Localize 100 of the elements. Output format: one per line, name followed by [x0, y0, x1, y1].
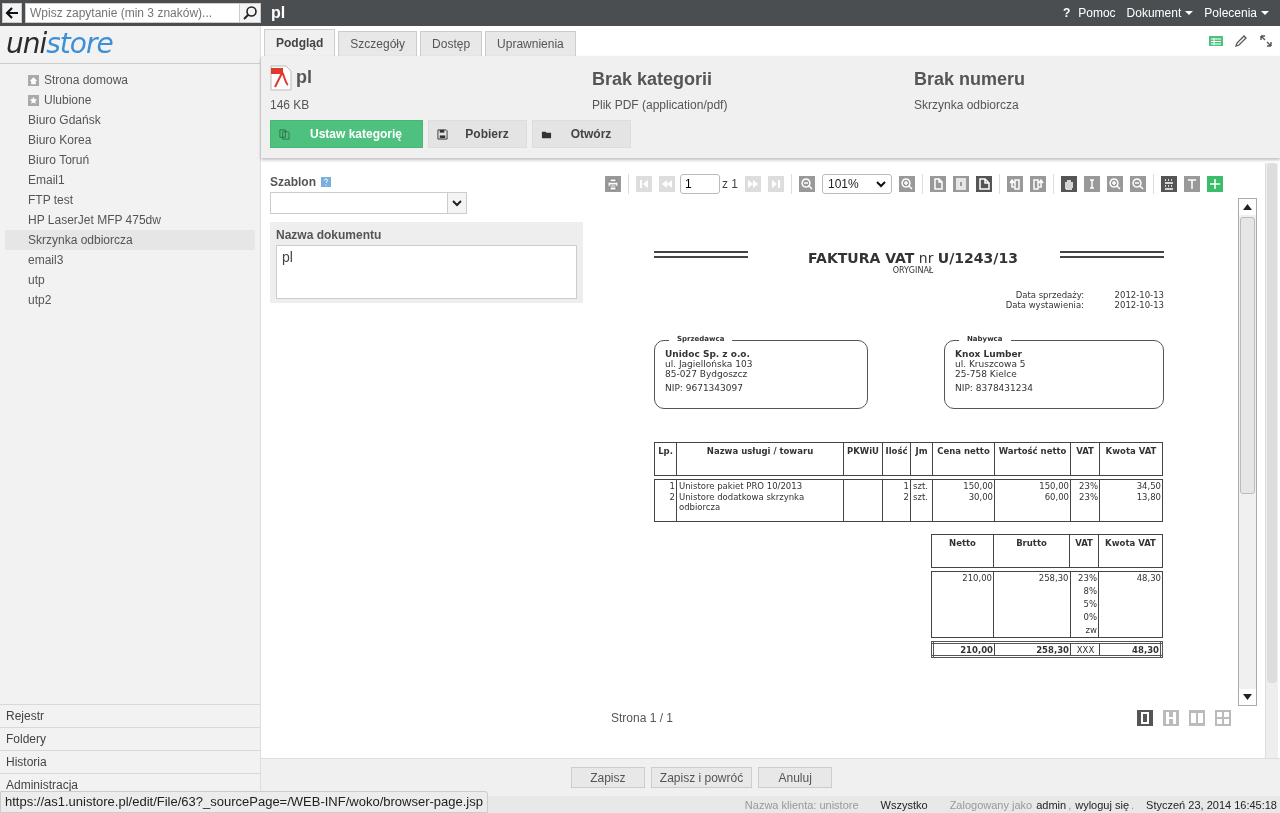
arrow-down-icon[interactable] — [1243, 694, 1252, 700]
print-button[interactable] — [605, 176, 621, 192]
chevron-down-icon — [452, 199, 462, 207]
sidebar-item[interactable]: Biuro Toruń — [5, 150, 255, 170]
add-button[interactable] — [1207, 176, 1223, 192]
folded-page-button[interactable] — [976, 176, 992, 192]
rotate-left-button[interactable] — [1007, 176, 1023, 192]
tab[interactable]: Dostęp — [420, 31, 483, 56]
scrollbar[interactable] — [1238, 198, 1257, 706]
document-name: pl — [296, 66, 312, 89]
rotate-right-icon — [1030, 176, 1046, 192]
template-label: Szablon — [270, 175, 316, 189]
sidebar-section[interactable]: Rejestr — [0, 704, 260, 727]
zoom-dropdown[interactable]: 101% — [822, 174, 892, 194]
table-cell: 30,00 — [968, 492, 993, 502]
column-header: Lp. — [654, 442, 677, 476]
single-page-view-button[interactable] — [1137, 710, 1153, 726]
action-button[interactable]: Pobierz — [428, 120, 527, 148]
sidebar-item[interactable]: Ulubione — [5, 90, 255, 110]
number-label: Brak numeru — [914, 68, 1027, 91]
continuous-view-button[interactable] — [1163, 710, 1179, 726]
table-cell: Unistore pakiet PRO 10/2013 — [679, 481, 803, 491]
column-header: Kwota VAT — [1098, 534, 1163, 568]
scope-link[interactable]: Wszystko — [880, 798, 928, 811]
action-button[interactable]: Otwórz — [532, 120, 631, 148]
page-frame-button[interactable] — [953, 176, 969, 192]
sidebar-item[interactable]: Skrzynka odbiorcza — [5, 230, 255, 250]
pdf-file-icon — [270, 64, 292, 92]
search-icon[interactable] — [239, 4, 260, 22]
arrow-up-icon[interactable] — [1243, 204, 1252, 210]
save-icon — [437, 128, 448, 140]
text-cursor-button[interactable] — [1084, 176, 1100, 192]
category-label: Brak kategorii — [592, 68, 714, 91]
document-title: pl — [271, 4, 286, 22]
form-button[interactable]: Anuluj — [758, 767, 833, 788]
file-type: Plik PDF (application/pdf) — [592, 98, 729, 112]
column-header: VAT — [1069, 534, 1099, 568]
tab[interactable]: Podgląd — [264, 29, 336, 56]
two-page-view-button[interactable] — [1189, 710, 1205, 726]
tab[interactable]: Szczegóły — [338, 31, 418, 56]
resize-icon[interactable] — [1258, 33, 1274, 49]
search-field[interactable]: Wpisz zapytanie (min 3 znaków)... — [25, 3, 261, 23]
sidebar-item[interactable]: utp2 — [5, 290, 255, 310]
zoom-in-button[interactable] — [899, 176, 915, 192]
table-cell: 150,00 — [963, 481, 993, 491]
user-link[interactable]: admin — [1036, 798, 1067, 811]
template-dropdown[interactable] — [270, 192, 467, 214]
sidebar-item[interactable]: Email1 — [5, 170, 255, 190]
sidebar-item[interactable]: FTP test — [5, 190, 255, 210]
table-cell: 34,50 — [1136, 481, 1161, 491]
page-icon-button[interactable] — [930, 176, 946, 192]
party-name: Knox Lumber — [955, 349, 1023, 359]
edit-icon[interactable] — [1233, 33, 1249, 49]
column-header: Netto — [931, 534, 994, 568]
zoom-out-button[interactable] — [799, 176, 815, 192]
two-page-view-icon — [1189, 710, 1205, 726]
sidebar-section[interactable]: Foldery — [0, 727, 260, 750]
name-label: Nazwa dokumentu — [276, 228, 383, 242]
sidebar-item[interactable]: utp — [5, 270, 255, 290]
text-tool-button[interactable] — [1184, 176, 1200, 192]
menu-dropdown[interactable]: Polecenia — [1204, 6, 1269, 20]
table-view-icon[interactable] — [1208, 33, 1224, 49]
date-value: 2012-10-13 — [1113, 300, 1164, 310]
sidebar-item[interactable]: Biuro Korea — [5, 130, 255, 150]
page-number-field[interactable]: 1 — [680, 174, 720, 194]
back-button[interactable] — [2, 3, 22, 23]
location-label: Skrzynka odbiorcza — [914, 98, 1020, 112]
dotted-grid-button[interactable] — [1161, 176, 1177, 192]
rotate-right-button[interactable] — [1030, 176, 1046, 192]
zoom-out-button[interactable] — [1130, 176, 1146, 192]
table-cell-text: 5% — [1082, 599, 1097, 609]
table-cell: 258,30 — [1038, 573, 1069, 583]
sidebar-item[interactable]: email3 — [5, 250, 255, 270]
menu-dropdown[interactable]: Dokument — [1126, 6, 1194, 20]
form-button[interactable]: Zapisz — [570, 767, 645, 788]
zoom-out-icon — [799, 176, 815, 192]
continuous-view-icon — [1163, 710, 1179, 726]
column-header: Wartość netto — [994, 442, 1071, 476]
table-cell: 23% — [1079, 481, 1098, 491]
tab[interactable]: Uprawnienia — [485, 31, 576, 56]
zoom-in-button[interactable] — [1107, 176, 1123, 192]
table-cell: 13,80 — [1136, 492, 1161, 502]
help-link[interactable]: ? Pomoc — [1062, 6, 1116, 20]
tax-id: NIP: 9671343097 — [665, 383, 744, 393]
form-button[interactable]: Zapisz i powróć — [650, 767, 753, 788]
name-field[interactable]: pl — [276, 245, 577, 299]
help-icon[interactable] — [321, 177, 331, 187]
sidebar-item[interactable]: Strona domowa — [5, 70, 255, 90]
table-cell: 2 — [669, 492, 675, 502]
copy-label: ORYGINAŁ — [892, 266, 934, 275]
thumbnail-view-button[interactable] — [1215, 710, 1231, 726]
file-size: 146 KB — [270, 98, 311, 112]
column-header: Kwota VAT — [1099, 442, 1163, 476]
logged-in-label: Zalogowany jako — [949, 798, 1033, 811]
sidebar-section[interactable]: Historia — [0, 750, 260, 773]
sidebar-item[interactable]: HP LaserJet MFP 475dw — [5, 210, 255, 230]
table-cell: 23% — [1079, 492, 1098, 502]
address-line: ul. Kruszcowa 5 — [955, 359, 1027, 369]
logout-link[interactable]: wyloguj się — [1075, 798, 1130, 811]
sidebar-item[interactable]: Biuro Gdańsk — [5, 110, 255, 130]
